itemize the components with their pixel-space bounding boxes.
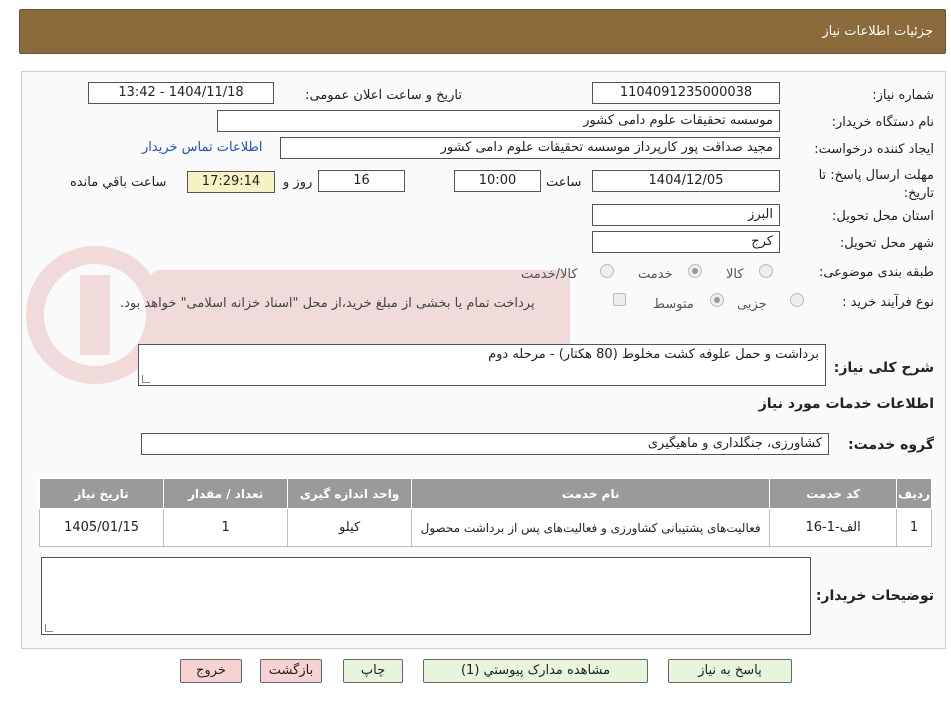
- purchase-minor-label: جزیی: [737, 297, 767, 312]
- description-text: برداشت و حمل علوفه کشت مخلوط (80 هکتار) …: [488, 347, 819, 362]
- table-header-row: ردیف کد خدمت نام خدمت واحد اندازه گیری ت…: [38, 478, 932, 509]
- days-remaining-field: 16: [318, 170, 405, 192]
- col-quantity: تعداد / مقدار: [163, 478, 289, 509]
- deadline-time-label: ساعت: [546, 175, 582, 190]
- category-goods-radio[interactable]: [759, 264, 773, 278]
- city-label: شهر محل تحویل:: [839, 236, 934, 251]
- category-label: طبقه بندی موضوعی:: [818, 265, 934, 280]
- category-goods-label: کالا: [726, 267, 744, 282]
- exit-button[interactable]: خروج: [180, 659, 242, 683]
- col-service-name: نام خدمت: [411, 478, 771, 509]
- treasury-checkbox[interactable]: [613, 293, 626, 306]
- cell-unit: کیلو: [287, 508, 413, 547]
- back-button[interactable]: بازگشت: [260, 659, 322, 683]
- buyer-org-label: نام دستگاه خریدار:: [831, 115, 934, 130]
- page-header: جزئیات اطلاعات نیاز: [19, 9, 946, 54]
- deadline-date-field: 1404/12/05: [592, 170, 780, 192]
- city-field: کرج: [592, 231, 780, 253]
- col-row-number: ردیف: [896, 478, 932, 509]
- col-unit: واحد اندازه گیری: [287, 478, 413, 509]
- services-table: ردیف کد خدمت نام خدمت واحد اندازه گیری ت…: [38, 478, 932, 547]
- cell-need-date: 1405/01/15: [38, 508, 165, 547]
- service-group-label: گروه خدمت:: [848, 437, 934, 453]
- service-group-field: کشاورزی، جنگلداری و ماهیگیری: [141, 433, 829, 455]
- purchase-type-label: نوع فرآیند خرید :: [842, 295, 934, 310]
- time-remaining-label: ساعت باقي مانده: [70, 175, 167, 190]
- buyer-notes-field: [41, 557, 811, 635]
- print-button[interactable]: چاپ: [343, 659, 403, 683]
- col-need-date: تاریخ نیاز: [38, 478, 165, 509]
- treasury-note: پرداخت تمام یا بخشی از مبلغ خرید،از محل …: [120, 296, 535, 311]
- purchase-medium-label: متوسط: [653, 297, 694, 312]
- time-remaining-field: 17:29:14: [187, 171, 275, 193]
- cell-service-code: الف-1-16: [769, 508, 898, 547]
- col-service-code: کد خدمت: [769, 478, 898, 509]
- table-row: 1 الف-1-16 فعالیت‌های پشتیبانی کشاورزی و…: [38, 508, 932, 547]
- description-field: برداشت و حمل علوفه کشت مخلوط (80 هکتار) …: [138, 344, 826, 386]
- reply-button[interactable]: پاسخ به نیاز: [668, 659, 792, 683]
- deadline-label: مهلت ارسال پاسخ: تا تاریخ:: [818, 168, 934, 201]
- view-attachments-button[interactable]: مشاهده مدارک پیوستي (1): [423, 659, 648, 683]
- need-number-label: شماره نیاز:: [872, 88, 934, 103]
- resize-handle-icon[interactable]: [45, 624, 53, 632]
- purchase-minor-radio[interactable]: [790, 293, 804, 307]
- resize-handle-icon[interactable]: [142, 375, 150, 383]
- buyer-notes-label: توضیحات خریدار:: [815, 588, 934, 604]
- cell-service-name: فعالیت‌های پشتیبانی کشاورزی و فعالیت‌های…: [411, 508, 771, 547]
- province-label: استان محل تحویل:: [832, 209, 934, 224]
- days-label: روز و: [283, 175, 313, 190]
- deadline-time-field: 10:00: [454, 170, 541, 192]
- buyer-contact-link[interactable]: اطلاعات تماس خریدار: [142, 140, 262, 155]
- category-service-label: خدمت: [638, 267, 673, 282]
- announce-datetime-label: تاریخ و ساعت اعلان عمومی:: [305, 88, 462, 103]
- page-title: جزئیات اطلاعات نیاز: [822, 24, 933, 39]
- cell-quantity: 1: [163, 508, 289, 547]
- cell-row-number: 1: [896, 508, 932, 547]
- requester-label: ایجاد کننده درخواست:: [814, 142, 934, 157]
- buyer-org-field: موسسه تحقیقات علوم دامی کشور: [217, 110, 780, 132]
- category-goods-service-radio[interactable]: [600, 264, 614, 278]
- announce-datetime-field: 1404/11/18 - 13:42: [88, 82, 274, 104]
- purchase-medium-radio[interactable]: [710, 293, 724, 307]
- category-service-radio[interactable]: [688, 264, 702, 278]
- need-number-field: 1104091235000038: [592, 82, 780, 104]
- category-goods-service-label: کالا/خدمت: [521, 267, 578, 282]
- requester-field: مجید صداقت پور کارپرداز موسسه تحقیقات عل…: [280, 137, 780, 159]
- province-field: البرز: [592, 204, 780, 226]
- services-section-title: اطلاعات خدمات مورد نیاز: [758, 396, 934, 412]
- description-label: شرح کلی نیاز:: [833, 360, 934, 376]
